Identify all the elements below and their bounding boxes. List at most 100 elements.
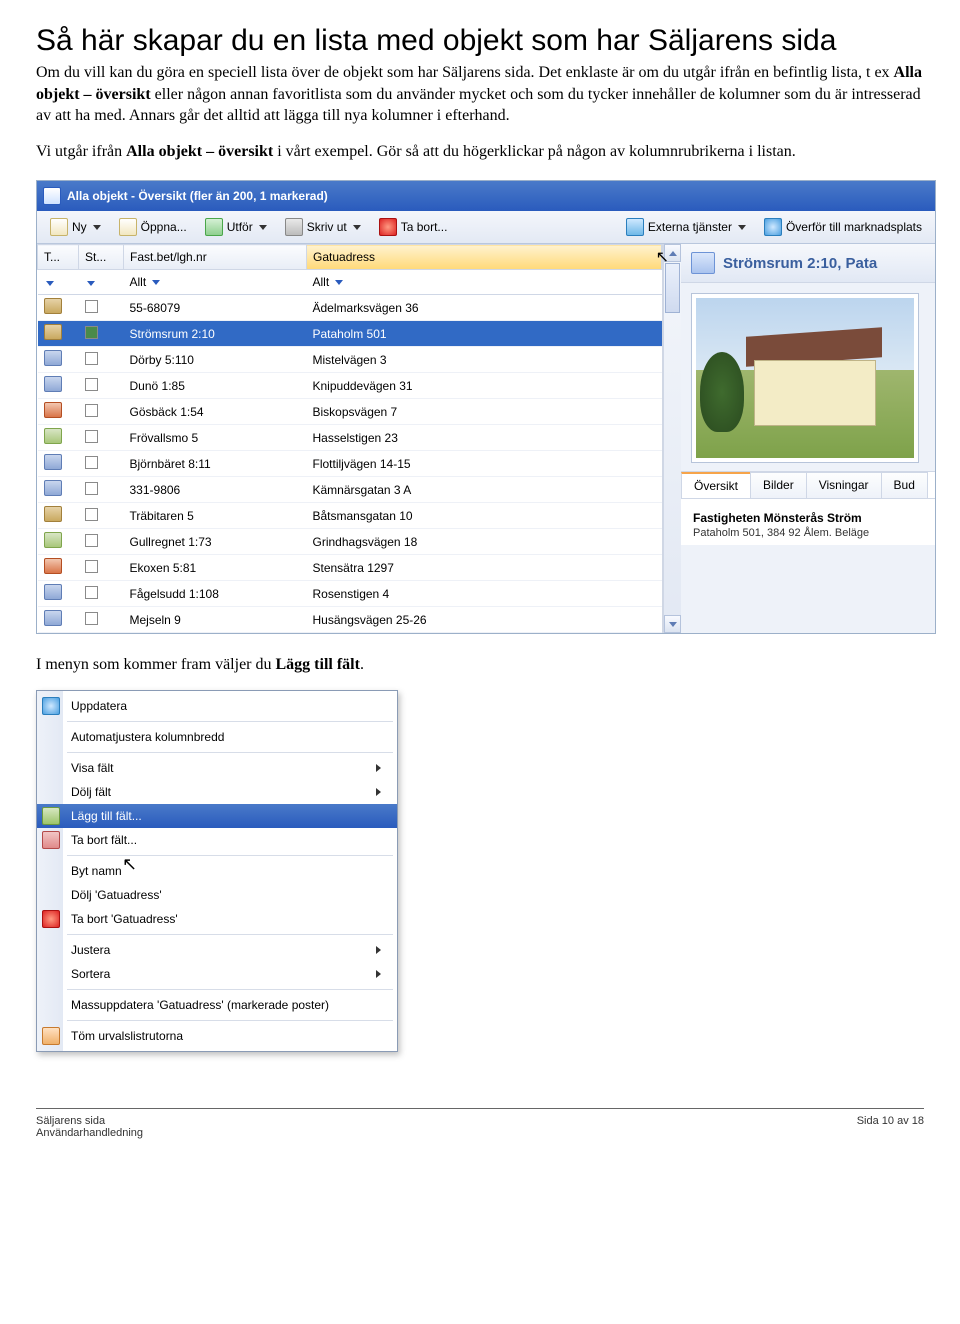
status-checkbox[interactable]	[85, 326, 98, 339]
cell-id: Frövallsmo 5	[124, 425, 307, 451]
new-icon	[50, 218, 68, 236]
cell-type	[38, 451, 79, 477]
page-number: Sida 10 av 18	[857, 1115, 924, 1139]
table-row[interactable]: 331-9806Kämnärsgatan 3 A	[38, 477, 662, 503]
table-row[interactable]: Björnbäret 8:11Flottiljvägen 14-15	[38, 451, 662, 477]
table-row[interactable]: Dunö 1:85Knipuddevägen 31	[38, 373, 662, 399]
house-icon	[691, 252, 715, 274]
label: Automatjustera kolumnbredd	[71, 730, 224, 744]
filter-status[interactable]	[79, 270, 124, 295]
table-row[interactable]: Gullregnet 1:73Grindhagsvägen 18	[38, 529, 662, 555]
status-checkbox[interactable]	[85, 612, 98, 625]
submenu-arrow-icon	[376, 946, 381, 954]
table-row[interactable]: Strömsrum 2:10Pataholm 501	[38, 321, 662, 347]
table-row[interactable]: Ekoxen 5:81Stensätra 1297	[38, 555, 662, 581]
status-checkbox[interactable]	[85, 534, 98, 547]
text: I menyn som kommer fram väljer du	[36, 656, 276, 673]
menu-separator	[67, 752, 393, 753]
menu-separator	[67, 855, 393, 856]
menu-sort[interactable]: Sortera	[37, 962, 397, 986]
filter-id[interactable]: Allt	[124, 270, 307, 295]
delete-button[interactable]: Ta bort...	[372, 215, 455, 239]
cell-address: Ädelmarksvägen 36	[307, 295, 662, 321]
filter-type[interactable]	[38, 270, 79, 295]
globe-icon	[764, 218, 782, 236]
type-icon	[44, 324, 62, 340]
status-checkbox[interactable]	[85, 430, 98, 443]
text: Vi utgår ifrån	[36, 143, 126, 160]
status-checkbox[interactable]	[85, 508, 98, 521]
menu-delete-address[interactable]: Ta bort 'Gatuadress'	[37, 907, 397, 931]
col-header-id[interactable]: Fast.bet/lgh.nr	[124, 245, 307, 270]
menu-hide-address[interactable]: Dölj 'Gatuadress'	[37, 883, 397, 907]
paragraph-3: I menyn som kommer fram väljer du Lägg t…	[36, 654, 924, 676]
cell-status	[79, 607, 124, 633]
type-icon	[44, 298, 62, 314]
table-row[interactable]: Dörby 5:110Mistelvägen 3	[38, 347, 662, 373]
new-button[interactable]: Ny	[43, 215, 108, 239]
table-row[interactable]: Mejseln 9Husängsvägen 25-26	[38, 607, 662, 633]
open-button[interactable]: Öppna...	[112, 215, 194, 239]
cell-id: Strömsrum 2:10	[124, 321, 307, 347]
menu-remove-field[interactable]: Ta bort fält...	[37, 828, 397, 852]
cell-status	[79, 477, 124, 503]
text: .	[360, 656, 364, 673]
chevron-down-icon	[669, 622, 677, 627]
col-header-status[interactable]: St...	[79, 245, 124, 270]
status-checkbox[interactable]	[85, 404, 98, 417]
status-checkbox[interactable]	[85, 586, 98, 599]
status-checkbox[interactable]	[85, 300, 98, 313]
status-checkbox[interactable]	[85, 456, 98, 469]
tab-bids[interactable]: Bud	[881, 472, 928, 498]
remove-field-icon	[42, 831, 60, 849]
type-icon	[44, 350, 62, 366]
table-row[interactable]: Träbitaren 5Båtsmansgatan 10	[38, 503, 662, 529]
tab-showings[interactable]: Visningar	[806, 472, 882, 498]
detail-title: Strömsrum 2:10, Pata	[723, 255, 877, 272]
grid-filter-row: Allt Allt	[38, 270, 662, 295]
external-services-button[interactable]: Externa tjänster	[619, 215, 753, 239]
menu-clear-filters[interactable]: Töm urvalslistrutorna	[37, 1024, 397, 1048]
scroll-track[interactable]	[664, 314, 681, 615]
scroll-down-button[interactable]	[664, 615, 681, 633]
tab-overview[interactable]: Översikt	[681, 472, 751, 498]
window-title: Alla objekt - Översikt (fler än 200, 1 m…	[67, 189, 328, 203]
menu-separator	[67, 1020, 393, 1021]
cell-address: Rosenstigen 4	[307, 581, 662, 607]
status-checkbox[interactable]	[85, 560, 98, 573]
col-header-address[interactable]: Gatuadress↖	[307, 245, 662, 270]
filter-address[interactable]: Allt	[307, 270, 662, 295]
menu-hide-fields[interactable]: Dölj fält	[37, 780, 397, 804]
menu-show-fields[interactable]: Visa fält	[37, 756, 397, 780]
status-checkbox[interactable]	[85, 378, 98, 391]
menu-refresh[interactable]: Uppdatera	[37, 694, 397, 718]
col-header-type[interactable]: T...	[38, 245, 79, 270]
open-icon	[119, 218, 137, 236]
vertical-scrollbar[interactable]	[663, 244, 681, 633]
print-button[interactable]: Skriv ut	[278, 215, 368, 239]
cell-address: Husängsvägen 25-26	[307, 607, 662, 633]
cell-type	[38, 295, 79, 321]
table-row[interactable]: Gösbäck 1:54Biskopsvägen 7	[38, 399, 662, 425]
execute-button[interactable]: Utför	[198, 215, 274, 239]
menu-rename[interactable]: Byt namn	[37, 859, 397, 883]
menu-add-field[interactable]: Lägg till fält...	[37, 804, 397, 828]
cell-status	[79, 503, 124, 529]
submenu-arrow-icon	[376, 970, 381, 978]
cell-type	[38, 347, 79, 373]
tab-images[interactable]: Bilder	[750, 472, 807, 498]
status-checkbox[interactable]	[85, 482, 98, 495]
status-checkbox[interactable]	[85, 352, 98, 365]
window-titlebar: Alla objekt - Översikt (fler än 200, 1 m…	[37, 181, 935, 211]
scroll-thumb[interactable]	[665, 263, 680, 313]
table-row[interactable]: Fågelsudd 1:108Rosenstigen 4	[38, 581, 662, 607]
menu-mass-update[interactable]: Massuppdatera 'Gatuadress' (markerade po…	[37, 993, 397, 1017]
table-row[interactable]: Frövallsmo 5Hasselstigen 23	[38, 425, 662, 451]
transfer-button[interactable]: Överför till marknadsplats	[757, 215, 929, 239]
table-row[interactable]: 55-68079Ädelmarksvägen 36	[38, 295, 662, 321]
menu-auto-width[interactable]: Automatjustera kolumnbredd	[37, 725, 397, 749]
footer-subtitle: Användarhandledning	[36, 1127, 143, 1139]
label: Externa tjänster	[648, 220, 732, 234]
intro-paragraph-2: Vi utgår ifrån Alla objekt – översikt i …	[36, 141, 924, 163]
menu-adjust[interactable]: Justera	[37, 938, 397, 962]
